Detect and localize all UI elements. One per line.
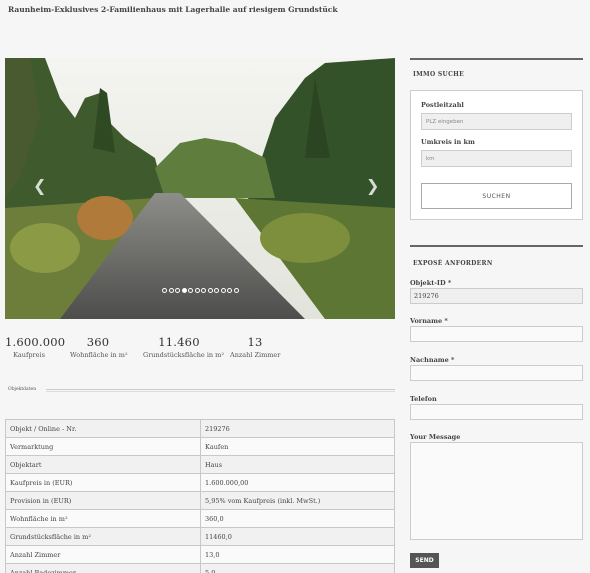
row-value: 360,0 <box>200 509 395 528</box>
table-row: Objektart Haus <box>5 455 395 474</box>
row-value: 219276 <box>200 419 395 438</box>
table-row: Anzahl Badezimmer 5,0 <box>5 563 395 573</box>
gallery-dot[interactable] <box>220 288 226 293</box>
row-label: Kaufpreis in (EUR) <box>5 473 201 492</box>
row-value: 5,0 <box>200 563 395 573</box>
send-button[interactable]: SEND <box>410 553 439 568</box>
row-label: Anzahl Badezimmer <box>5 563 201 573</box>
table-row: Objekt / Online - Nr. 219276 <box>5 419 395 438</box>
objektart-link[interactable]: Haus <box>200 455 395 474</box>
plz-label: Postleitzahl <box>421 101 464 109</box>
gallery-dots[interactable] <box>162 288 239 293</box>
property-photo <box>5 58 395 319</box>
objekt-id-label: Objekt-ID * <box>410 279 452 287</box>
vorname-field[interactable] <box>410 326 583 342</box>
plz-input[interactable]: PLZ eingeben <box>421 113 572 130</box>
gallery-dot[interactable] <box>168 288 174 293</box>
stat-value: 11.460 <box>158 335 200 349</box>
gallery-dot[interactable] <box>207 288 213 293</box>
divider <box>410 58 583 60</box>
message-label: Your Message <box>410 433 461 441</box>
gallery-dot[interactable] <box>194 288 200 293</box>
row-label: Anzahl Zimmer <box>5 545 201 564</box>
property-details-table: Objekt / Online - Nr. 219276 Vermarktung K… <box>5 419 395 573</box>
next-arrow-icon[interactable]: ❯ <box>366 176 379 195</box>
stat-label: Anzahl Zimmer <box>230 351 281 359</box>
stat-wohnflaeche: 360 Wohnfläche in m² <box>70 335 128 359</box>
table-row: Grundstücksfläche in m² 11460,0 <box>5 527 395 546</box>
vermarktung-link[interactable]: Kaufen <box>200 437 395 456</box>
divider <box>46 391 395 392</box>
table-row: Vermarktung Kaufen <box>5 437 395 456</box>
row-value: 13,0 <box>200 545 395 564</box>
gallery-dot[interactable] <box>188 288 193 293</box>
gallery-dot[interactable] <box>175 288 180 293</box>
gallery-dot[interactable] <box>227 288 232 293</box>
stat-label: Kaufpreis <box>13 351 45 359</box>
stat-value: 1.600.000 <box>5 335 66 349</box>
gallery-dot[interactable] <box>181 288 187 293</box>
row-value: 11460,0 <box>200 527 395 546</box>
page-title: Raunheim-Exklusives 2-Familienhaus mit L… <box>8 5 338 14</box>
section-label-objektdaten: Objektdaten <box>8 387 37 392</box>
gallery-dot[interactable] <box>162 288 167 293</box>
divider <box>410 245 583 247</box>
stat-value: 360 <box>86 335 110 349</box>
nachname-label: Nachname * <box>410 356 455 364</box>
row-label: Wohnfläche in m² <box>5 509 201 528</box>
stat-label: Grundstücksfläche in m² <box>143 351 224 359</box>
stat-kaufpreis: 1.600.000 Kaufpreis <box>5 335 66 359</box>
stat-label: Wohnfläche in m² <box>70 351 128 359</box>
row-label: Objekt / Online - Nr. <box>5 419 201 438</box>
row-label: Grundstücksfläche in m² <box>5 527 201 546</box>
stat-value: 13 <box>247 335 263 349</box>
telefon-field[interactable] <box>410 404 583 420</box>
row-value: 1.600.000,00 <box>200 473 395 492</box>
row-label: Objektart <box>5 455 201 474</box>
expose-heading: EXPOSÈ ANFORDERN <box>413 260 493 267</box>
divider <box>46 389 395 390</box>
table-row: Provision in (EUR) 5,95% vom Kaufpreis (i… <box>5 491 395 510</box>
row-label: Vermarktung <box>5 437 201 456</box>
row-value: 5,95% vom Kaufpreis (inkl. MwSt.) <box>200 491 395 510</box>
immo-suche-heading: IMMO SUCHE <box>413 71 464 78</box>
radius-input[interactable]: km <box>421 150 572 167</box>
nachname-field[interactable] <box>410 365 583 381</box>
image-gallery[interactable]: ❮ ❯ <box>5 58 395 319</box>
radius-label: Umkreis in km <box>421 138 475 146</box>
gallery-dot[interactable] <box>233 288 239 293</box>
stat-anzahl-zimmer: 13 Anzahl Zimmer <box>230 335 280 359</box>
vorname-label: Vorname * <box>410 317 448 325</box>
table-row: Anzahl Zimmer 13,0 <box>5 545 395 564</box>
table-row: Wohnfläche in m² 360,0 <box>5 509 395 528</box>
gallery-dot[interactable] <box>201 288 206 293</box>
search-button[interactable]: SUCHEN <box>421 183 572 209</box>
stat-grundstuecksflaeche: 11.460 Grundstücksfläche in m² <box>143 335 224 359</box>
objekt-id-field[interactable]: 219276 <box>410 288 583 304</box>
gallery-dot[interactable] <box>214 288 219 293</box>
previous-arrow-icon[interactable]: ❮ <box>33 176 46 195</box>
message-textarea[interactable] <box>410 442 583 540</box>
table-row: Kaufpreis in (EUR) 1.600.000,00 <box>5 473 395 492</box>
telefon-label: Telefon <box>410 395 437 403</box>
row-label: Provision in (EUR) <box>5 491 201 510</box>
